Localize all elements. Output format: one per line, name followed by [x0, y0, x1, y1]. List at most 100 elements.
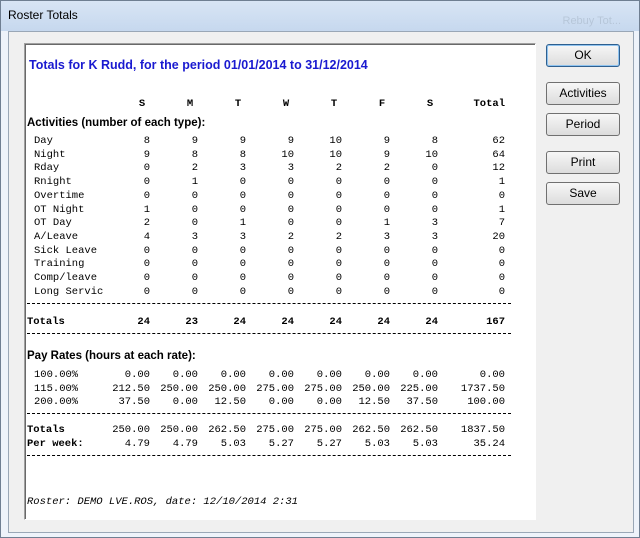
pay-rate-row-label: 115.00%	[34, 382, 79, 395]
activity-row-value: 10	[425, 148, 438, 161]
day-header: M	[186, 98, 194, 110]
day-header: Total	[473, 98, 505, 110]
activity-row-value: 0	[239, 285, 246, 298]
activity-totals-value: 167	[486, 316, 505, 328]
activity-row-value: 0	[143, 285, 150, 298]
period-button[interactable]: Period	[546, 113, 620, 136]
activity-row-label: OT Night	[34, 203, 85, 216]
activity-row-value: 0	[335, 203, 342, 216]
activity-row-value: 0	[287, 176, 294, 189]
activity-totals-value: 24	[329, 316, 342, 328]
pay-rate-totals-value: 262.50	[352, 424, 390, 436]
activity-row-value: 12	[492, 162, 505, 175]
activity-row-value: 9	[239, 135, 246, 147]
separator-line	[27, 455, 511, 456]
activity-row-value: 9	[191, 135, 198, 147]
pay-rate-totals-value: 250.00	[160, 424, 198, 436]
activities-button[interactable]: Activities	[546, 82, 620, 105]
day-header: S	[138, 98, 146, 110]
activity-totals-value: 23	[185, 316, 198, 328]
activity-row-value: 0	[191, 244, 198, 257]
pay-rate-row-value: 225.00	[400, 382, 438, 395]
activity-row-value: 0	[239, 176, 246, 189]
activity-row-value: 1	[498, 176, 505, 189]
activity-row-value: 0	[335, 258, 342, 271]
per-week-row-value: 5.27	[316, 438, 342, 450]
activity-row-label: Rday	[34, 162, 60, 175]
activity-row-value: 0	[431, 272, 438, 284]
activity-row-value: 2	[383, 162, 390, 175]
activities-heading: Activities (number of each type):	[27, 117, 206, 129]
activity-row-value: 0	[431, 176, 438, 189]
ok-button[interactable]: OK	[546, 44, 620, 67]
activity-row-label: Day	[34, 135, 53, 147]
window-title: Roster Totals	[8, 8, 78, 22]
activity-row-value: 0	[143, 258, 150, 271]
activity-row-value: 0	[431, 203, 438, 216]
activity-row-value: 0	[239, 244, 246, 257]
activity-row-value: 3	[191, 230, 198, 243]
pay-rate-row-value: 275.00	[256, 382, 294, 395]
activity-row-value: 9	[383, 135, 390, 147]
roster-totals-window: Roster Totals Rebuy Tot... Totals for K …	[0, 0, 640, 538]
pay-rate-row-value: 0.00	[172, 369, 198, 381]
roster-footer: Roster: DEMO LVE.ROS, date: 12/10/2014 2…	[27, 496, 298, 508]
per-week-row-value: 4.79	[124, 438, 150, 450]
activity-row-value: 1	[143, 203, 150, 216]
pay-rate-row-value: 212.50	[112, 382, 150, 395]
day-header: S	[426, 98, 434, 110]
pay-rate-row-label: 100.00%	[34, 369, 79, 381]
activity-row-value: 3	[431, 230, 438, 243]
pay-rate-row-value: 37.50	[118, 396, 150, 409]
activity-row-value: 0	[239, 203, 246, 216]
activity-row-value: 0	[498, 272, 505, 284]
activity-row-value: 0	[431, 189, 438, 202]
pay-rate-row-value: 1737.50	[460, 382, 505, 395]
activity-row-label: Comp/leave	[34, 272, 98, 284]
activity-totals-value: 24	[137, 316, 150, 328]
activity-row-value: 3	[287, 162, 294, 175]
per-week-row-value: 4.79	[172, 438, 198, 450]
activity-row-value: 0	[431, 285, 438, 298]
activity-row-label: Overtime	[34, 189, 85, 202]
activity-row-value: 0	[383, 258, 390, 271]
print-button[interactable]: Print	[546, 151, 620, 174]
pay-rate-row-value: 0.00	[220, 369, 246, 381]
activity-row-value: 0	[335, 272, 342, 284]
pay-rates-heading: Pay Rates (hours at each rate):	[27, 350, 196, 362]
activity-row-label: A/Leave	[34, 230, 79, 243]
day-header: F	[378, 98, 386, 110]
pay-rate-totals-value: 262.50	[400, 424, 438, 436]
activity-row-label: Night	[34, 148, 66, 161]
activity-row-value: 3	[431, 217, 438, 230]
activity-row-value: 1	[239, 217, 246, 230]
pay-rate-row-value: 0.00	[479, 369, 505, 381]
totals-report-panel: Totals for K Rudd, for the period 01/01/…	[24, 43, 536, 520]
activity-row-value: 0	[239, 258, 246, 271]
pay-rate-totals-value: 250.00	[112, 424, 150, 436]
separator-line	[27, 333, 511, 334]
activity-row-label: Training	[34, 258, 85, 271]
pay-rate-row-value: 275.00	[304, 382, 342, 395]
activity-row-value: 2	[191, 162, 198, 175]
activity-row-label: Sick Leave	[34, 244, 98, 257]
activity-row-value: 0	[335, 189, 342, 202]
activity-row-value: 0	[143, 272, 150, 284]
activity-row-value: 0	[498, 258, 505, 271]
activity-row-value: 0	[335, 244, 342, 257]
activity-row-value: 0	[498, 244, 505, 257]
activity-row-value: 2	[335, 230, 342, 243]
activity-row-value: 3	[239, 230, 246, 243]
activity-row-value: 8	[431, 135, 438, 147]
activity-row-value: 1	[383, 217, 390, 230]
activity-row-value: 62	[492, 135, 505, 147]
activity-row-value: 7	[498, 217, 505, 230]
pay-rate-row-value: 0.00	[268, 369, 294, 381]
save-button[interactable]: Save	[546, 182, 620, 205]
activity-row-value: 0	[383, 189, 390, 202]
activity-row-value: 0	[335, 285, 342, 298]
activity-row-value: 0	[191, 285, 198, 298]
pay-rate-row-value: 250.00	[160, 382, 198, 395]
title-bar[interactable]: Roster Totals Rebuy Tot...	[1, 1, 639, 31]
day-header: T	[234, 98, 242, 110]
